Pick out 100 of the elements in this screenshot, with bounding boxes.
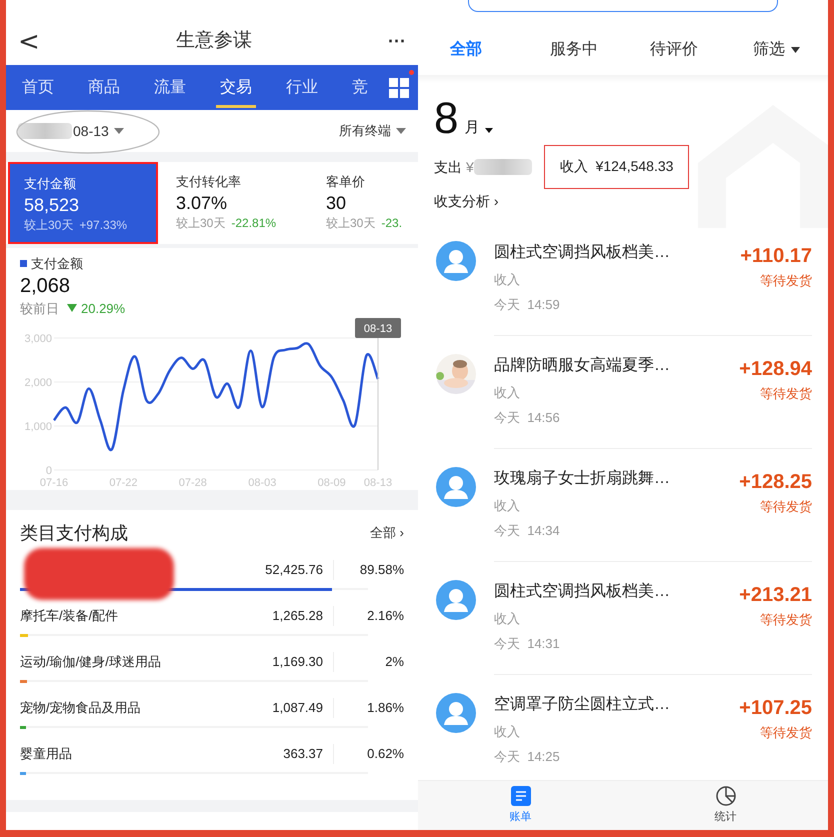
search-field[interactable] (468, 0, 778, 12)
terminal-selector[interactable]: 所有终端 (339, 121, 391, 141)
share-cell-text: 2.16% (366, 607, 404, 626)
item-amount: +213.21 (739, 583, 812, 608)
item-type: 收入 (494, 271, 521, 289)
grid-menu-icon[interactable] (389, 78, 409, 98)
section-title: 类目支付构成 (20, 522, 128, 544)
metric-value: 58,523 (24, 194, 80, 216)
change-value: -22.81% (231, 215, 276, 232)
month-selector[interactable]: 月 (464, 116, 480, 139)
expense-label: 支出 (434, 158, 462, 176)
category-name: 运动/瑜伽/健身/球迷用品 (20, 653, 162, 672)
income-total: 收入 ¥124,548.33 (560, 158, 674, 174)
item-type: 收入 (494, 384, 521, 402)
tab[interactable]: 服务中 (532, 38, 632, 62)
tab[interactable]: 流量 (154, 65, 186, 110)
back-button[interactable]: < (18, 29, 40, 55)
change-value: +97.33% (79, 217, 128, 234)
item-amount: +110.17 (740, 244, 812, 269)
currency-sign: ¥ (466, 158, 474, 176)
item-time: 今天 14:59 (494, 296, 561, 314)
tab[interactable]: 行业 (286, 65, 318, 110)
tooltip-background (355, 318, 401, 338)
amount-cell: 1,169.30 (244, 652, 334, 672)
change-value: 20.29% (81, 300, 126, 318)
item-title[interactable]: 圆柱式空调挡风板档美… (494, 580, 670, 604)
tab-indicator (216, 105, 256, 108)
item-title[interactable]: 圆柱式空调挡风板档美… (494, 241, 670, 265)
item-type: 收入 (494, 610, 521, 628)
compare-label: 较前日 (20, 300, 59, 318)
item-type: 收入 (494, 723, 521, 741)
amount-cell: 1,087.49 (244, 698, 334, 718)
amount-cell: 52,425.76 (244, 560, 334, 580)
item-amount: +128.25 (739, 470, 812, 495)
legend-marker (20, 260, 27, 268)
user-avatar-icon (436, 580, 476, 620)
filter-button[interactable]: 筛选 (753, 38, 800, 62)
item-title[interactable]: 玫瑰扇子女士折扇跳舞… (494, 467, 670, 491)
caret-down-icon (114, 128, 124, 134)
nav-tab[interactable]: 账单 (418, 781, 623, 830)
tooltip-label: 08-13 (364, 323, 392, 335)
change-value: -23. (381, 215, 402, 232)
item-time: 今天 14:56 (494, 408, 561, 426)
item-status: 等待发货 (760, 724, 812, 742)
item-title[interactable]: 品牌防晒服女高端夏季… (494, 354, 670, 378)
nav-tab[interactable]: 统计 (623, 781, 828, 830)
view-all-link[interactable]: 全部 › (370, 523, 404, 543)
caret-down-icon (485, 128, 494, 133)
caret-down-icon (791, 47, 800, 53)
share-cell-text: 0.62% (366, 745, 404, 764)
compare-label: 较上30天 (176, 215, 226, 232)
month-number: 8 (434, 97, 458, 141)
compare-label: 较上30天 (326, 215, 376, 232)
more-button[interactable]: ··· (388, 28, 406, 55)
category-name: 摩托车/装备/配件 (20, 607, 120, 626)
item-time: 今天 14:25 (494, 748, 561, 766)
metric-label: 支付转化率 (176, 173, 242, 191)
bill-icon (510, 786, 530, 806)
item-title[interactable]: 空调罩子防尘圆柱立式… (494, 693, 670, 717)
down-triangle-icon (67, 304, 77, 312)
tab[interactable]: 待评价 (632, 38, 732, 62)
item-status: 等待发货 (760, 498, 812, 516)
compare-label: 较上30天 (24, 217, 74, 234)
caret-down-icon (396, 128, 406, 134)
item-time: 今天 14:34 (494, 522, 561, 540)
tab[interactable]: 商品 (88, 65, 120, 110)
metric-value: 3.07% (176, 192, 228, 214)
date-selector[interactable]: 08-13 (73, 120, 109, 142)
amount-cell: 1,265.28 (244, 606, 334, 626)
redaction-blur (474, 159, 532, 175)
metric-label: 支付金额 (24, 175, 77, 193)
category-name: 宠物/宠物食品及用品 (20, 699, 142, 718)
item-status: 等待发货 (760, 611, 812, 629)
share-cell-text: 2% (384, 653, 404, 672)
metric-value: 30 (326, 192, 348, 214)
analysis-link[interactable]: 收支分析 › (434, 191, 499, 212)
tab[interactable]: 首页 (22, 65, 54, 110)
metric-card[interactable]: 支付金额 58,523 较上30天 +97.33% (8, 162, 158, 244)
item-amount: +107.25 (739, 696, 812, 721)
item-status: 等待发货 (760, 272, 812, 290)
user-avatar-icon (436, 467, 476, 507)
pie-chart-icon (716, 786, 736, 806)
tab[interactable]: 竞 (352, 65, 368, 110)
trend-value: 2,068 (20, 274, 72, 298)
tab[interactable]: 全部 (432, 38, 532, 62)
share-cell-text: 1.86% (366, 699, 404, 718)
category-name: 婴童用品 (20, 745, 73, 764)
amount-cell: 363.37 (244, 744, 334, 764)
item-status: 等待发货 (760, 385, 812, 403)
user-avatar-icon (436, 241, 476, 281)
item-type: 收入 (494, 497, 521, 515)
share-cell-text: 89.58% (358, 561, 404, 580)
user-avatar-icon (436, 693, 476, 733)
metric-label: 客单价 (326, 173, 366, 191)
item-amount: +128.94 (739, 357, 812, 382)
item-time: 今天 14:31 (494, 634, 561, 652)
redaction-blur (18, 123, 72, 139)
tab[interactable]: 交易 (220, 65, 252, 110)
page-title: 生意参谋 (176, 28, 252, 52)
legend-label: 支付金额 (31, 255, 83, 273)
